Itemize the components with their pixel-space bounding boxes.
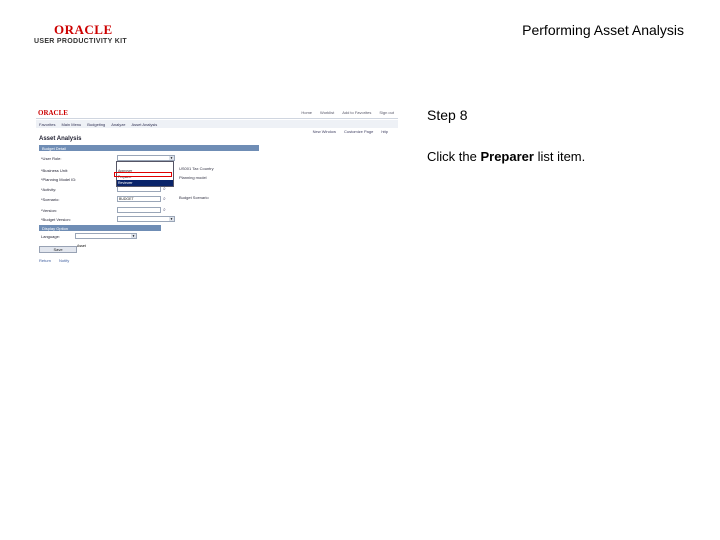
header-link-signout[interactable]: Sign out: [379, 110, 394, 115]
budget-version-select[interactable]: ▼: [117, 216, 175, 222]
breadcrumb-item[interactable]: Asset Analysis: [132, 122, 158, 127]
chevron-down-icon: ▼: [131, 234, 136, 238]
document-title: Performing Asset Analysis: [522, 22, 684, 38]
field-label: *Version:: [41, 208, 58, 213]
app-header: ORACLE Home Worklist Add to Favorites Si…: [36, 107, 398, 119]
app-nav: Favorites Main Menu Budgeting Analyze As…: [36, 120, 398, 128]
chevron-down-icon: ▼: [169, 217, 174, 221]
form-row-budget-version: *Budget Version: ▼: [39, 216, 289, 222]
customize-page-link[interactable]: Customize Page: [344, 129, 373, 134]
form-row-language: Language: Asset ▼: [39, 233, 289, 248]
search-icon[interactable]: ⌕: [163, 207, 166, 213]
step-label: Step 8: [427, 107, 468, 123]
field-label: *Business Unit:: [41, 168, 69, 173]
oracle-logo-text: ORACLE: [54, 22, 113, 37]
return-link[interactable]: Return: [39, 258, 51, 263]
oracle-upk-logo: ORACLE USER PRODUCTIVITY KIT: [34, 22, 127, 48]
display-option-bar: Display Option: [39, 225, 161, 231]
language-select-value: Asset: [77, 244, 86, 248]
language-select[interactable]: Asset ▼: [75, 233, 137, 248]
breadcrumb-item[interactable]: Main Menu: [61, 122, 81, 127]
search-icon[interactable]: ⌕: [163, 196, 166, 202]
chevron-down-icon: ▼: [169, 156, 174, 160]
form-row-scenario: *Scenario: BUDGET ⌕ Budget Scenario: [39, 196, 289, 202]
instruction-text: Click the Preparer list item.: [427, 149, 585, 164]
form-row-version: *Version: ⌕: [39, 207, 289, 213]
new-window-link[interactable]: New Window: [313, 129, 336, 134]
page-tools: New Window Customize Page http: [313, 129, 388, 134]
section-bar: Budget Detail: [39, 145, 259, 151]
footer-links: Return Notify: [39, 258, 69, 263]
dropdown-option-reviewer[interactable]: Reviewer: [117, 180, 173, 186]
app-brand: ORACLE: [38, 109, 68, 117]
section-bar-label: Budget Detail: [42, 146, 67, 151]
upk-logo-text: USER PRODUCTIVITY KIT: [34, 38, 127, 45]
preparer-highlight-box: [114, 172, 172, 177]
field-label: *Budget Version:: [41, 217, 71, 222]
field-label: *User Role:: [41, 156, 62, 161]
header-link-favorites[interactable]: Add to Favorites: [342, 110, 371, 115]
field-label: *Activity:: [41, 187, 57, 192]
instruction-target: Preparer: [480, 149, 534, 164]
breadcrumb: Favorites Main Menu Budgeting Analyze As…: [39, 122, 157, 127]
breadcrumb-item[interactable]: Budgeting: [87, 122, 105, 127]
page-title: Asset Analysis: [39, 136, 82, 142]
field-label: *Scenario:: [41, 197, 60, 202]
instruction-suffix: list item.: [533, 149, 586, 164]
instruction-prefix: Click the: [427, 149, 481, 164]
notify-link[interactable]: Notify: [59, 258, 69, 263]
field-description: US001 Tax Country: [179, 166, 214, 171]
breadcrumb-item[interactable]: Analyze: [111, 122, 125, 127]
display-option-label: Display Option: [42, 226, 69, 231]
header-link-home[interactable]: Home: [301, 110, 312, 115]
field-description: Planning model: [179, 175, 207, 180]
version-input[interactable]: [117, 207, 161, 213]
header-link-worklist[interactable]: Worklist: [320, 110, 334, 115]
save-button[interactable]: Save: [39, 246, 77, 253]
field-description: Budget Scenario: [179, 195, 209, 200]
breadcrumb-item[interactable]: Favorites: [39, 122, 55, 127]
header-links: Home Worklist Add to Favorites Sign out: [301, 110, 394, 115]
field-label: Language:: [41, 234, 60, 239]
scenario-input[interactable]: BUDGET: [117, 196, 161, 202]
field-label: *Planning Model ID:: [41, 177, 77, 182]
http-link[interactable]: http: [381, 129, 388, 134]
application-screenshot: ORACLE Home Worklist Add to Favorites Si…: [36, 107, 398, 267]
